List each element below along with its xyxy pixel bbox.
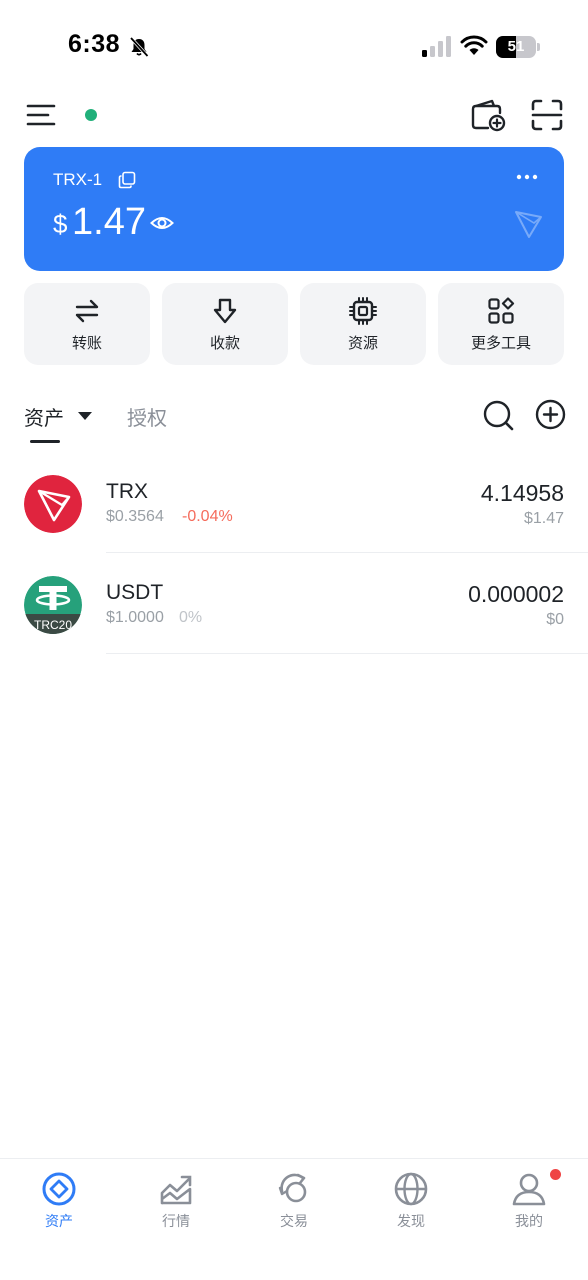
token-change: 0% [179, 609, 203, 626]
bottom-nav: 资产 行情 交易 发现 我的 [0, 1158, 588, 1280]
battery-level: 51 [507, 38, 525, 55]
trade-icon [278, 1173, 307, 1203]
status-time: 6:38 [68, 30, 121, 58]
scan-icon[interactable] [530, 98, 564, 132]
token-amount: 0.000002 [468, 581, 564, 607]
eye-icon[interactable] [150, 214, 174, 232]
wallet-balance: 1.47 [72, 201, 146, 243]
token-row-trx[interactable]: TRX $0.3564 -0.04% 4.14958 $1.47 [0, 452, 588, 553]
wallet-add-icon[interactable] [470, 98, 506, 132]
receive-icon [213, 298, 237, 324]
nav-trade-label: 交易 [280, 1214, 308, 1230]
grid-icon [488, 297, 515, 324]
copy-icon[interactable] [118, 171, 136, 189]
cellular-signal-icon [422, 36, 451, 57]
transfer-icon [75, 299, 99, 323]
market-icon [160, 1175, 192, 1205]
assets-icon [42, 1172, 76, 1206]
profile-icon [512, 1173, 546, 1206]
token-price: $0.3564 [106, 508, 164, 525]
token-row-usdt[interactable]: TRC20 USDT $1.0000 0% 0.000002 $0 [0, 553, 588, 654]
nav-market-label: 行情 [162, 1214, 190, 1230]
action-receive-label: 收款 [209, 334, 240, 352]
nav-assets[interactable]: 资产 [0, 1159, 118, 1249]
trx-logo-icon [24, 475, 82, 533]
nav-discover[interactable]: 发现 [352, 1159, 470, 1249]
tab-assets[interactable]: 资产 [24, 402, 64, 431]
action-more-tools-label: 更多工具 [470, 334, 531, 352]
token-fiat-value: $0 [546, 611, 564, 628]
nav-assets-label: 资产 [45, 1214, 73, 1230]
token-price: $1.0000 [106, 609, 164, 626]
tab-approvals[interactable]: 授权 [127, 402, 167, 431]
plus-circle-icon[interactable] [535, 399, 566, 430]
token-change: -0.04% [182, 508, 233, 525]
balance-currency: $ [53, 209, 68, 239]
nav-trade[interactable]: 交易 [235, 1159, 353, 1249]
action-more-tools[interactable]: 更多工具 [438, 283, 564, 365]
divider [106, 653, 588, 654]
nav-profile[interactable]: 我的 [470, 1159, 588, 1249]
caret-down-icon[interactable] [78, 412, 92, 420]
menu-icon[interactable] [26, 100, 56, 130]
search-icon[interactable] [482, 399, 514, 431]
token-symbol: TRX [106, 480, 148, 503]
action-resources[interactable]: 资源 [300, 283, 426, 365]
action-resources-label: 资源 [347, 334, 378, 352]
discover-icon [394, 1172, 428, 1206]
wallet-card[interactable]: TRX-1 $ 1.47 [24, 147, 564, 271]
notification-dot [550, 1169, 561, 1180]
token-amount: 4.14958 [480, 480, 564, 506]
chip-icon [349, 297, 377, 325]
nav-market[interactable]: 行情 [117, 1159, 235, 1249]
wallet-name: TRX-1 [53, 170, 103, 189]
battery-indicator: 51 [496, 36, 540, 58]
wifi-icon [460, 35, 488, 55]
connection-status-dot [85, 109, 97, 121]
bell-muted-icon [129, 36, 149, 58]
token-symbol: USDT [106, 581, 164, 604]
nav-profile-label: 我的 [515, 1214, 543, 1230]
usdt-network-badge: TRC20 [34, 618, 72, 632]
nav-discover-label: 发现 [397, 1214, 425, 1230]
action-transfer[interactable]: 转账 [24, 283, 150, 365]
action-transfer-label: 转账 [71, 334, 102, 352]
usdt-logo-icon: TRC20 [24, 576, 82, 634]
token-fiat-value: $1.47 [523, 510, 564, 527]
tron-logo-icon [515, 211, 542, 238]
quick-actions: 转账 收款 资源 更多工具 [24, 283, 564, 365]
status-bar: 6:38 51 [0, 0, 588, 96]
action-receive[interactable]: 收款 [162, 283, 288, 365]
more-options-icon[interactable] [516, 171, 538, 183]
active-tab-indicator [30, 440, 60, 443]
